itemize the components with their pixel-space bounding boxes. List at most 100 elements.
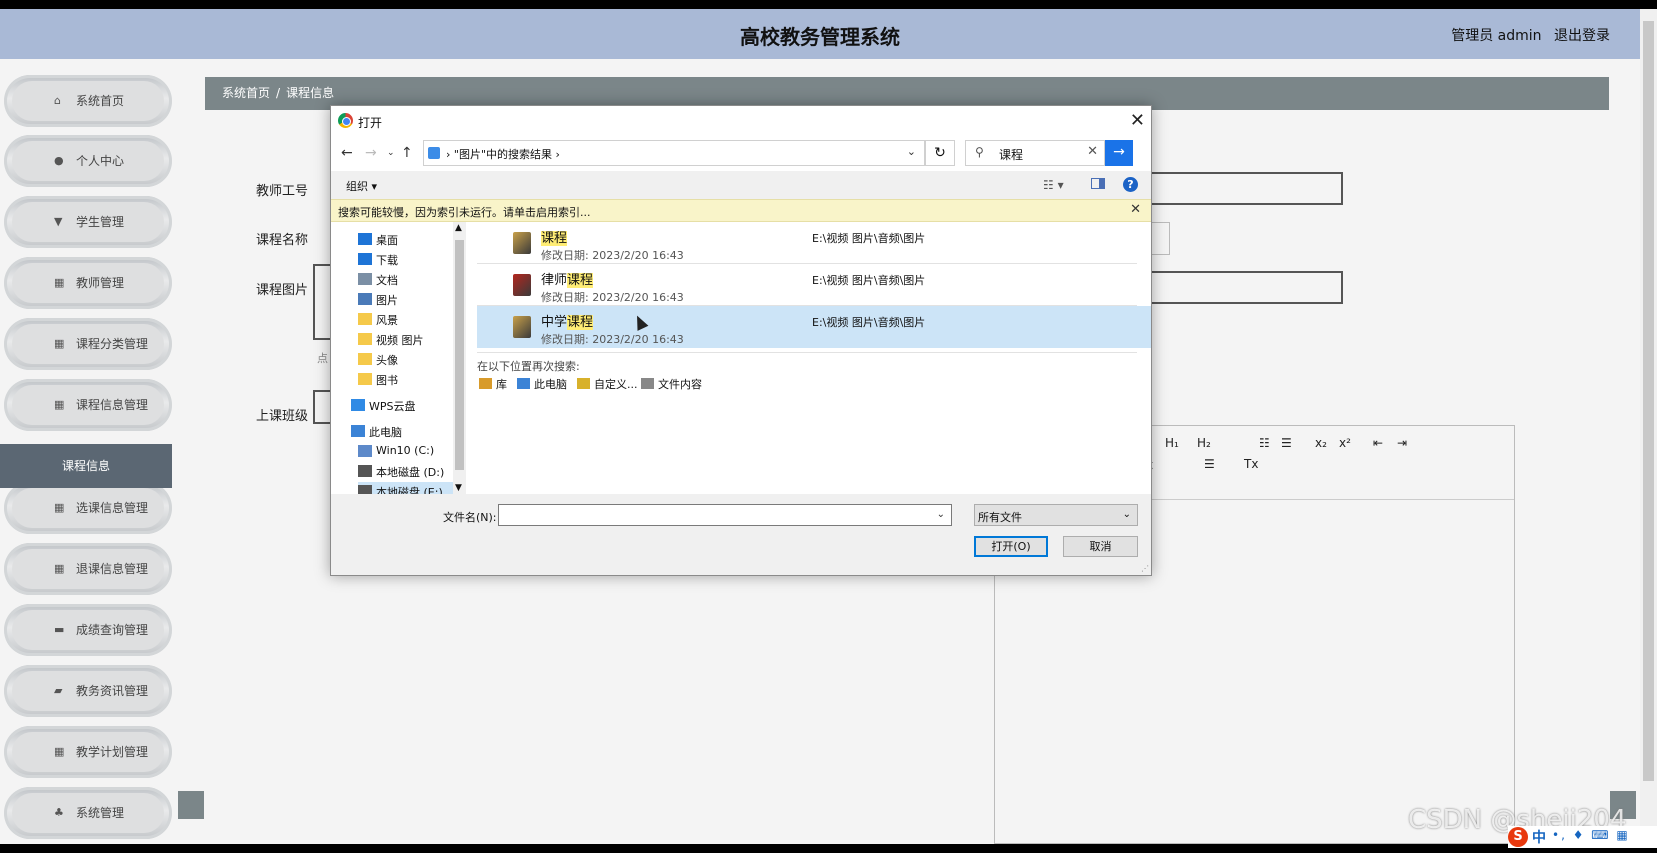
ime-tools-icon[interactable]: •, ♦ ⌨ ▦ bbox=[1552, 828, 1630, 842]
search-go-button[interactable]: → bbox=[1105, 140, 1133, 166]
page-scroll-thumb[interactable] bbox=[1643, 21, 1654, 781]
file-modified-date: 修改日期: 2023/2/20 16:43 bbox=[541, 249, 684, 262]
course-name-select[interactable] bbox=[1150, 222, 1170, 255]
sidebar-item[interactable]: ▦ 课程分类管理 bbox=[4, 318, 172, 370]
editor-tool-icon[interactable]: Tx bbox=[1244, 457, 1258, 471]
sogou-icon[interactable]: S bbox=[1508, 827, 1528, 847]
library-icon bbox=[479, 378, 492, 389]
nav-tree-item[interactable]: 风景 bbox=[358, 310, 463, 329]
file-name-match: 课程 bbox=[567, 315, 594, 330]
upload-hint: 点 bbox=[317, 352, 328, 365]
computer-icon bbox=[517, 378, 530, 389]
nav-tree-item[interactable]: 本地磁盘 (D:) bbox=[358, 462, 463, 481]
nav-tree-item[interactable]: WPS云盘 bbox=[351, 396, 456, 415]
refresh-icon[interactable]: ↻ bbox=[925, 140, 955, 166]
file-row[interactable]: 课程 修改日期: 2023/2/20 16:43 E:\视频 图片\音频\图片 bbox=[477, 222, 1151, 264]
sidebar-item[interactable]: ♣ 系统管理 bbox=[4, 787, 172, 839]
ime-language[interactable]: 中 bbox=[1532, 827, 1546, 847]
sidebar-item[interactable]: ▦ 选课信息管理 bbox=[4, 482, 172, 534]
address-bar[interactable]: › "图片"中的搜索结果 › ⌄ bbox=[423, 140, 925, 166]
organize-button[interactable]: 组织 ▾ bbox=[346, 178, 377, 194]
teacher-id-input[interactable] bbox=[1150, 172, 1343, 205]
scroll-up-icon[interactable]: ▲ bbox=[455, 223, 462, 233]
page-scrollbar[interactable] bbox=[1640, 9, 1657, 844]
footer-block-left bbox=[178, 791, 204, 819]
sidebar-subitem-course-info[interactable]: 课程信息 bbox=[0, 444, 172, 488]
monitor-icon: ▬ bbox=[54, 623, 65, 636]
nav-tree-item[interactable]: 视频 图片 bbox=[358, 330, 463, 349]
open-button[interactable]: 打开(O) bbox=[974, 536, 1048, 557]
nav-tree-item[interactable]: 下载✦ bbox=[358, 250, 463, 269]
forward-arrow-icon[interactable]: → bbox=[365, 145, 377, 161]
sidebar-item[interactable]: ⌂ 系统首页 bbox=[4, 75, 172, 127]
grid-icon: ▦ bbox=[54, 501, 65, 514]
nav-tree-item[interactable]: 桌面✦ bbox=[358, 230, 463, 249]
grid-icon: ▦ bbox=[54, 276, 65, 289]
preview-pane-icon[interactable] bbox=[1091, 178, 1105, 189]
cancel-button[interactable]: 取消 bbox=[1063, 536, 1138, 557]
nav-tree-item[interactable]: 图书 bbox=[358, 370, 463, 389]
filename-input[interactable]: ⌄ bbox=[498, 504, 952, 526]
up-arrow-icon[interactable]: ↑ bbox=[401, 145, 413, 161]
editor-tool-icon[interactable]: ⇥ bbox=[1397, 436, 1407, 450]
nav-tree-item[interactable]: 头像 bbox=[358, 350, 463, 369]
folder-icon bbox=[358, 333, 372, 345]
nav-tree-item[interactable]: Win10 (C:) bbox=[358, 442, 463, 461]
logout-link[interactable]: 退出登录 bbox=[1554, 28, 1610, 44]
index-info-bar[interactable]: 搜索可能较慢，因为索引未运行。请单击启用索引... ✕ bbox=[331, 199, 1151, 222]
nav-tree-item[interactable]: 文档✦ bbox=[358, 270, 463, 289]
nav-tree-label: 视频 图片 bbox=[376, 334, 424, 347]
close-icon[interactable]: ✕ bbox=[1130, 110, 1145, 131]
editor-tool-icon[interactable]: x₂ bbox=[1315, 436, 1327, 450]
sidebar-item[interactable]: ▦ 教学计划管理 bbox=[4, 726, 172, 778]
sidebar-item[interactable]: ▦ 教师管理 bbox=[4, 257, 172, 309]
filename-label: 文件名(N): bbox=[443, 511, 497, 524]
search-again-item[interactable]: 自定义... bbox=[577, 376, 638, 392]
sidebar-item[interactable]: ▼ 学生管理 bbox=[4, 196, 172, 248]
nav-scrollbar[interactable]: ▲ ▼ bbox=[453, 222, 466, 494]
file-row[interactable]: 中学课程 修改日期: 2023/2/20 16:43 E:\视频 图片\音频\图片 bbox=[477, 306, 1151, 348]
nav-tree-label: 此电脑 bbox=[369, 426, 402, 439]
editor-tool-icon[interactable]: x² bbox=[1339, 436, 1351, 450]
editor-tool-icon[interactable]: ⇤ bbox=[1373, 436, 1383, 450]
sidebar-item[interactable]: ● 个人中心 bbox=[4, 135, 172, 187]
person-icon: ● bbox=[54, 154, 64, 167]
search-input[interactable]: ⚲ 课程 ✕ bbox=[965, 140, 1105, 166]
breadcrumb-home[interactable]: 系统首页 bbox=[222, 86, 270, 100]
editor-tool-icon[interactable]: H₁ bbox=[1165, 436, 1179, 450]
clear-icon[interactable]: ✕ bbox=[1087, 144, 1098, 159]
scroll-down-icon[interactable]: ▼ bbox=[455, 483, 462, 493]
editor-tool-icon[interactable]: ☰ bbox=[1281, 436, 1292, 450]
search-again-item[interactable]: 库 bbox=[479, 376, 507, 392]
search-again-item[interactable]: 文件内容 bbox=[641, 376, 702, 392]
nav-tree-label: 图书 bbox=[376, 374, 398, 387]
chevron-down-icon[interactable]: ⌄ bbox=[937, 509, 945, 520]
nav-tree-label: 桌面 bbox=[376, 234, 398, 247]
help-icon[interactable]: ? bbox=[1123, 177, 1138, 192]
editor-tool-icon[interactable]: ☰ bbox=[1204, 457, 1215, 471]
filetype-select[interactable]: 所有文件 ⌄ bbox=[974, 504, 1138, 526]
editor-tool-icon[interactable]: H₂ bbox=[1197, 436, 1211, 450]
image-url-input[interactable] bbox=[1150, 271, 1343, 304]
nav-tree-label: 文档 bbox=[376, 274, 398, 287]
sidebar-item[interactable]: ▰ 教务资讯管理 bbox=[4, 665, 172, 717]
view-options-icon[interactable]: ☷ ▾ bbox=[1043, 178, 1064, 192]
scroll-thumb[interactable] bbox=[455, 240, 464, 470]
teacher-id-label: 教师工号 bbox=[256, 184, 309, 199]
sidebar-item-label: 个人中心 bbox=[76, 154, 125, 168]
sidebar-item[interactable]: ▦ 课程信息管理 bbox=[4, 379, 172, 431]
file-modified-date: 修改日期: 2023/2/20 16:43 bbox=[541, 291, 684, 304]
sidebar-item[interactable]: ▬ 成绩查询管理 bbox=[4, 604, 172, 656]
search-again-item[interactable]: 此电脑 bbox=[517, 376, 567, 392]
back-arrow-icon[interactable]: ← bbox=[341, 145, 353, 161]
chevron-down-icon[interactable]: ⌄ bbox=[907, 145, 916, 158]
nav-tree-item[interactable]: 图片✦ bbox=[358, 290, 463, 309]
nav-tree-item[interactable]: 此电脑 bbox=[351, 422, 456, 441]
resize-grip-icon[interactable]: ⋰ bbox=[1141, 564, 1149, 573]
file-row[interactable]: 律师课程 修改日期: 2023/2/20 16:43 E:\视频 图片\音频\图片 bbox=[477, 264, 1151, 306]
recent-chevron-icon[interactable]: ⌄ bbox=[387, 148, 395, 158]
close-icon[interactable]: ✕ bbox=[1130, 202, 1141, 217]
editor-tool-icon[interactable]: ☷ bbox=[1259, 436, 1270, 450]
ime-toolbar[interactable]: S 中 •, ♦ ⌨ ▦ bbox=[1508, 826, 1657, 848]
sidebar-item[interactable]: ▦ 退课信息管理 bbox=[4, 543, 172, 595]
